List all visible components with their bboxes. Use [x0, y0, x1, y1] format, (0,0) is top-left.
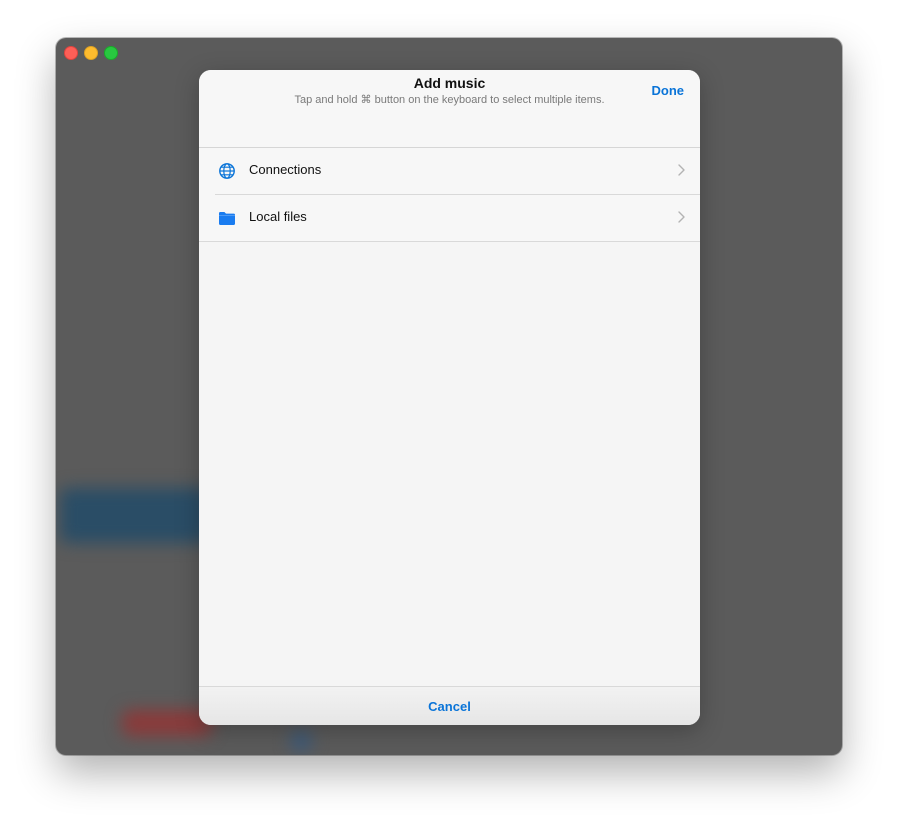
sheet-subtitle: Tap and hold ⌘ button on the keyboard to… [294, 94, 605, 106]
folder-icon [218, 209, 236, 227]
done-button[interactable]: Done [652, 83, 685, 98]
sheet-footer: Cancel [199, 686, 700, 725]
background-blue-dot [290, 730, 312, 752]
list-item-label: Connections [249, 162, 322, 177]
divider [199, 241, 700, 242]
background-highlight [60, 488, 210, 543]
chevron-right-icon [676, 163, 686, 177]
cancel-button[interactable]: Cancel [428, 699, 471, 714]
list-item-label: Local files [249, 209, 307, 224]
list-item-local-files[interactable]: Local files [199, 195, 700, 241]
list-item-connections[interactable]: Connections [199, 148, 700, 194]
minimize-window-button[interactable] [84, 46, 98, 60]
zoom-window-button[interactable] [104, 46, 118, 60]
sheet-header: Add music Tap and hold ⌘ button on the k… [199, 70, 700, 148]
source-list: Connections Local files [199, 148, 700, 242]
sheet-title: Add music [413, 75, 486, 91]
chevron-right-icon [676, 210, 686, 224]
globe-icon [218, 162, 236, 180]
close-window-button[interactable] [64, 46, 78, 60]
add-music-sheet: Add music Tap and hold ⌘ button on the k… [199, 70, 700, 725]
